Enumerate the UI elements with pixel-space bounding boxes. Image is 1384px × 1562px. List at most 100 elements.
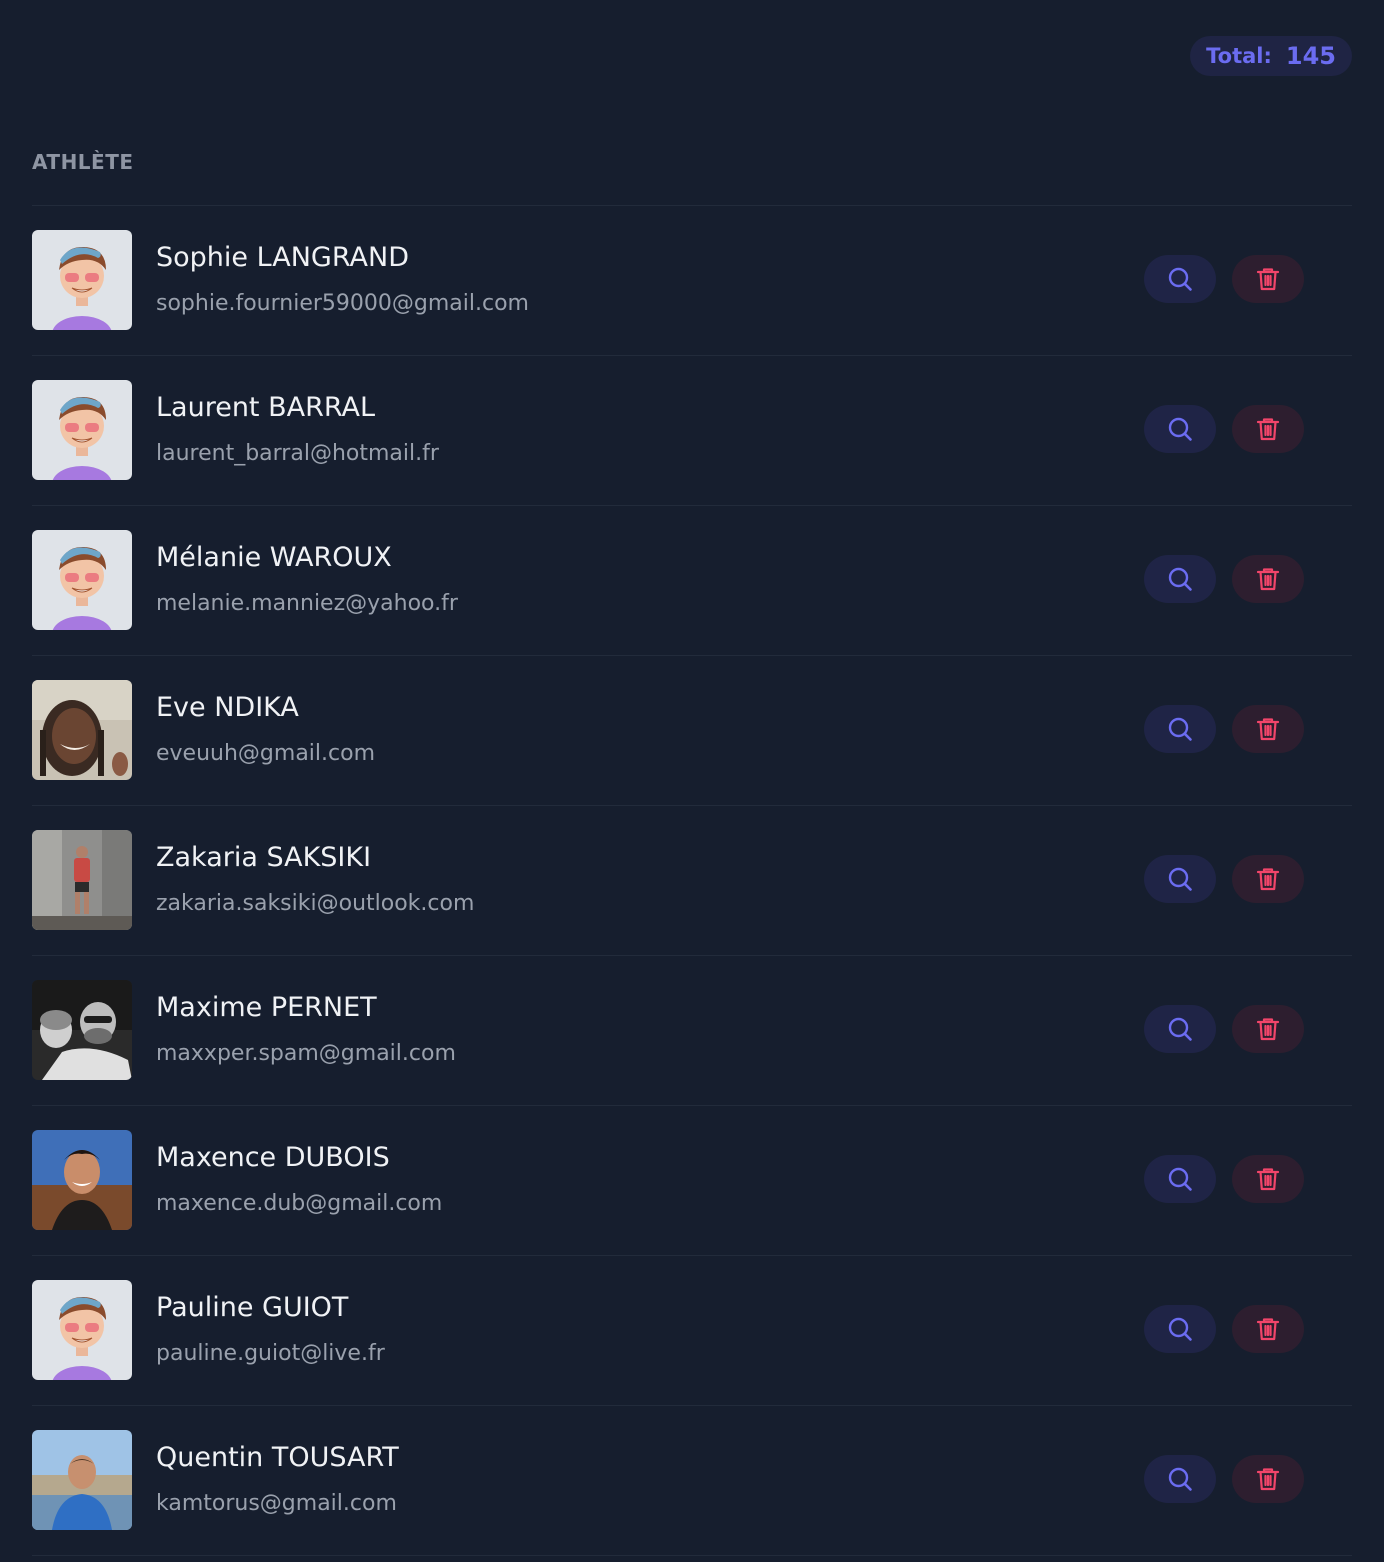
athlete-row: Maxime PERNET maxxper.spam@gmail.com	[32, 956, 1352, 1106]
total-badge: Total: 145	[1190, 36, 1352, 76]
avatar	[32, 679, 132, 780]
athlete-row: Quentin TOUSART kamtorus@gmail.com	[32, 1406, 1352, 1556]
column-header-athlete: ATHLÈTE	[32, 150, 134, 174]
photo-avatar-icon	[32, 679, 132, 780]
search-icon	[1168, 1017, 1192, 1041]
athlete-info: Sophie LANGRAND sophie.fournier59000@gma…	[156, 241, 529, 317]
avatar	[32, 979, 132, 1080]
athlete-info: Maxime PERNET maxxper.spam@gmail.com	[156, 991, 456, 1067]
search-icon	[1168, 567, 1192, 591]
athlete-row: Laurent BARRAL laurent_barral@hotmail.fr	[32, 356, 1352, 506]
athlete-info: Pauline GUIOT pauline.guiot@live.fr	[156, 1291, 385, 1367]
delete-athlete-button[interactable]	[1232, 1154, 1304, 1203]
athlete-name: Mélanie WAROUX	[156, 541, 392, 573]
avatar	[32, 229, 132, 330]
athlete-row: Maxence DUBOIS maxence.dub@gmail.com	[32, 1106, 1352, 1256]
view-athlete-button[interactable]	[1144, 254, 1216, 303]
athlete-name: Maxence DUBOIS	[156, 1141, 390, 1173]
search-icon	[1168, 1317, 1192, 1341]
row-actions	[1144, 254, 1304, 303]
athlete-row: Eve NDIKA eveuuh@gmail.com	[32, 656, 1352, 806]
photo-avatar-icon	[32, 1429, 132, 1530]
athlete-info: Maxence DUBOIS maxence.dub@gmail.com	[156, 1141, 443, 1217]
search-icon	[1168, 417, 1192, 441]
view-athlete-button[interactable]	[1144, 1004, 1216, 1053]
view-athlete-button[interactable]	[1144, 1154, 1216, 1203]
trash-icon	[1256, 1167, 1280, 1190]
avatar	[32, 1429, 132, 1530]
athlete-info: Laurent BARRAL laurent_barral@hotmail.fr	[156, 391, 439, 467]
athlete-name: Sophie LANGRAND	[156, 241, 409, 273]
search-icon	[1168, 867, 1192, 891]
row-actions	[1144, 1004, 1304, 1053]
cartoon-avatar-icon	[32, 1279, 132, 1380]
avatar	[32, 829, 132, 930]
view-athlete-button[interactable]	[1144, 704, 1216, 753]
row-actions	[1144, 1304, 1304, 1353]
avatar	[32, 529, 132, 630]
delete-athlete-button[interactable]	[1232, 1454, 1304, 1503]
trash-icon	[1256, 417, 1280, 440]
row-actions	[1144, 1454, 1304, 1503]
avatar	[32, 1129, 132, 1230]
athlete-info: Quentin TOUSART kamtorus@gmail.com	[156, 1441, 399, 1517]
total-value: 145	[1285, 42, 1336, 70]
athlete-name: Pauline GUIOT	[156, 1291, 349, 1323]
trash-icon	[1256, 867, 1280, 890]
delete-athlete-button[interactable]	[1232, 1004, 1304, 1053]
athlete-row: Mélanie WAROUX melanie.manniez@yahoo.fr	[32, 506, 1352, 656]
delete-athlete-button[interactable]	[1232, 404, 1304, 453]
row-actions	[1144, 404, 1304, 453]
athlete-info: Eve NDIKA eveuuh@gmail.com	[156, 691, 375, 767]
delete-athlete-button[interactable]	[1232, 554, 1304, 603]
delete-athlete-button[interactable]	[1232, 254, 1304, 303]
cartoon-avatar-icon	[32, 529, 132, 630]
athlete-list-page: Total: 145 ATHLÈTE Sophie LANGRAND sophi…	[0, 0, 1384, 1562]
athlete-list: Sophie LANGRAND sophie.fournier59000@gma…	[32, 205, 1352, 1556]
athlete-email: pauline.guiot@live.fr	[156, 1340, 385, 1366]
view-athlete-button[interactable]	[1144, 1454, 1216, 1503]
delete-athlete-button[interactable]	[1232, 1304, 1304, 1353]
delete-athlete-button[interactable]	[1232, 854, 1304, 903]
photo-avatar-icon	[32, 1129, 132, 1230]
athlete-email: laurent_barral@hotmail.fr	[156, 440, 439, 466]
row-actions	[1144, 1154, 1304, 1203]
search-icon	[1168, 1167, 1192, 1191]
view-athlete-button[interactable]	[1144, 854, 1216, 903]
athlete-row: Pauline GUIOT pauline.guiot@live.fr	[32, 1256, 1352, 1406]
search-icon	[1168, 267, 1192, 291]
row-actions	[1144, 704, 1304, 753]
trash-icon	[1256, 567, 1280, 590]
total-label: Total:	[1206, 44, 1272, 68]
cartoon-avatar-icon	[32, 379, 132, 480]
view-athlete-button[interactable]	[1144, 1304, 1216, 1353]
athlete-name: Laurent BARRAL	[156, 391, 376, 423]
view-athlete-button[interactable]	[1144, 554, 1216, 603]
photo-avatar-icon	[32, 979, 132, 1080]
athlete-row: Sophie LANGRAND sophie.fournier59000@gma…	[32, 206, 1352, 356]
trash-icon	[1256, 1467, 1280, 1490]
photo-avatar-icon	[32, 829, 132, 930]
trash-icon	[1256, 267, 1280, 290]
athlete-name: Maxime PERNET	[156, 991, 377, 1023]
row-actions	[1144, 554, 1304, 603]
trash-icon	[1256, 717, 1280, 740]
athlete-row: Zakaria SAKSIKI zakaria.saksiki@outlook.…	[32, 806, 1352, 956]
delete-athlete-button[interactable]	[1232, 704, 1304, 753]
search-icon	[1168, 1467, 1192, 1491]
avatar	[32, 379, 132, 480]
athlete-email: melanie.manniez@yahoo.fr	[156, 590, 458, 616]
athlete-name: Zakaria SAKSIKI	[156, 841, 372, 873]
athlete-name: Eve NDIKA	[156, 691, 299, 723]
athlete-email: kamtorus@gmail.com	[156, 1490, 397, 1516]
search-icon	[1168, 717, 1192, 741]
athlete-email: sophie.fournier59000@gmail.com	[156, 290, 529, 316]
row-actions	[1144, 854, 1304, 903]
athlete-info: Zakaria SAKSIKI zakaria.saksiki@outlook.…	[156, 841, 474, 917]
view-athlete-button[interactable]	[1144, 404, 1216, 453]
trash-icon	[1256, 1017, 1280, 1040]
athlete-info: Mélanie WAROUX melanie.manniez@yahoo.fr	[156, 541, 458, 617]
athlete-email: maxxper.spam@gmail.com	[156, 1040, 456, 1066]
athlete-email: maxence.dub@gmail.com	[156, 1190, 443, 1216]
athlete-name: Quentin TOUSART	[156, 1441, 399, 1473]
